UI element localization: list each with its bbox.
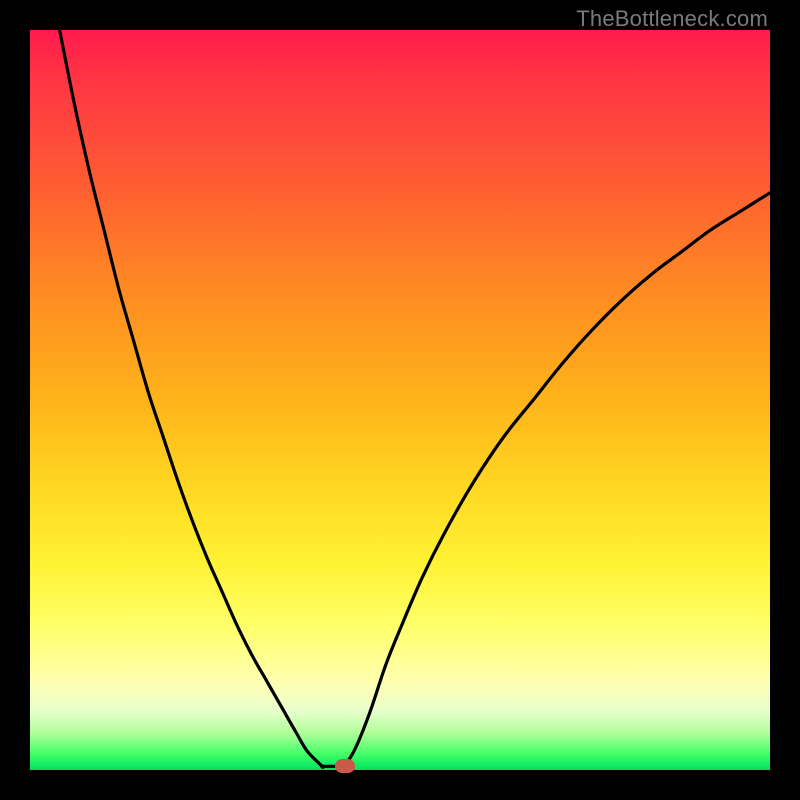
chart-frame: TheBottleneck.com (0, 0, 800, 800)
attribution-text: TheBottleneck.com (576, 6, 768, 32)
min-marker (335, 759, 355, 773)
plot-area (30, 30, 770, 770)
curve-path (60, 30, 770, 768)
bottleneck-curve (30, 30, 770, 770)
